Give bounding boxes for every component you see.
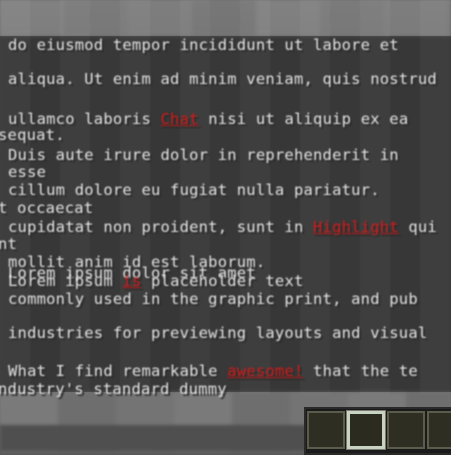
hotbar-slot-2-selected[interactable]	[347, 411, 385, 449]
chat-line: What I find remarkable awesome! that the…	[8, 362, 418, 380]
chat-line: nt	[0, 235, 18, 253]
chat-highlight-chat[interactable]: Chat	[161, 110, 199, 128]
chat-line: ullamco laboris Chat nisi ut aliquip ex …	[8, 110, 408, 128]
chat-line: sequat.	[0, 126, 65, 144]
chat-line: Duis aute irure dolor in reprehenderit i…	[8, 146, 399, 164]
chat-line-text: cupidatat non proident, sunt in	[8, 218, 314, 236]
chat-line-text: nisi ut aliquip ex ea	[198, 110, 409, 128]
chat-line-text: Lorem ipsum	[8, 272, 123, 290]
chat-line: cupidatat non proident, sunt in Highligh…	[8, 218, 437, 236]
chat-line-text: What I find remarkable	[8, 362, 228, 380]
chat-line: ndustry's standard dummy	[0, 380, 227, 398]
chat-line: t occaecat	[0, 199, 94, 217]
hotbar-slot-3[interactable]	[387, 411, 425, 449]
chat-line: industries for previewing layouts and vi…	[8, 324, 428, 342]
chat-line-text: that the te	[303, 362, 418, 380]
chat-line-text: qui	[398, 218, 437, 236]
chat-line: commonly used in the graphic print, and …	[8, 290, 418, 308]
hotbar	[304, 407, 451, 455]
chat-line: do eiusmod tempor incididunt ut labore e…	[8, 36, 399, 54]
sky-band	[0, 0, 451, 36]
chat-line: Lorem ipsum is placeholder text	[8, 272, 304, 290]
hotbar-slot-4[interactable]	[427, 411, 451, 449]
chat-line: esse	[8, 163, 47, 181]
chat-highlight-awesome[interactable]: awesome!	[227, 362, 303, 380]
chat-line: cillum dolore eu fugiat nulla pariatur.	[8, 181, 380, 199]
chat-line: aliqua. Ut enim ad minim veniam, quis no…	[8, 70, 437, 88]
hotbar-slot-1[interactable]	[307, 411, 345, 449]
chat-line-text: placeholder text	[141, 272, 304, 290]
chat-highlight-is[interactable]: is	[122, 272, 141, 290]
chat-highlight-highlight[interactable]: Highlight	[313, 218, 399, 236]
